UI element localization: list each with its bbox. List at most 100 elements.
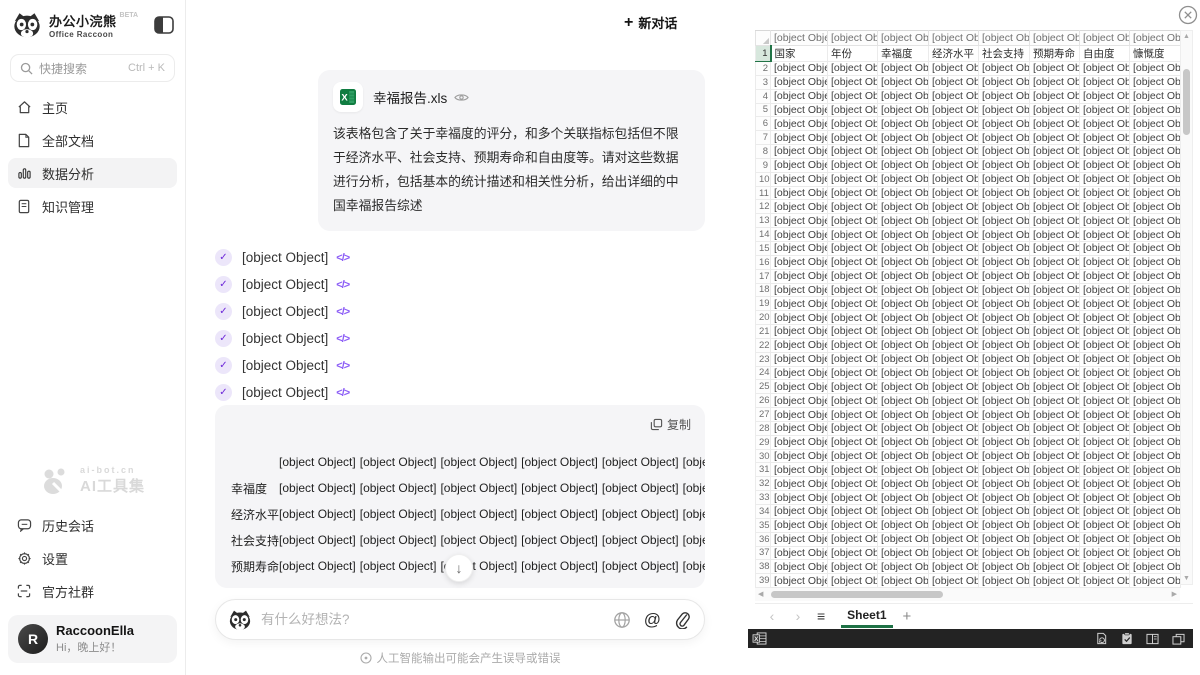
sheet-row[interactable]: 25 [object Object][object Object][object…	[756, 380, 1181, 394]
sheet-cell[interactable]: [object Object]	[771, 283, 828, 297]
row-number[interactable]: 3	[756, 75, 771, 89]
sheet-cell[interactable]: [object Object]	[771, 491, 828, 505]
column-letter[interactable]: [object Object]	[771, 31, 828, 46]
sheet-cell[interactable]: [object Object]	[929, 200, 979, 214]
sheet-cell[interactable]: [object Object]	[828, 380, 878, 394]
row-number[interactable]: 18	[756, 283, 771, 297]
sheet-cell[interactable]: [object Object]	[771, 366, 828, 380]
sheet-cell[interactable]: [object Object]	[1030, 463, 1080, 477]
sheet-row[interactable]: 34 [object Object][object Object][object…	[756, 505, 1181, 519]
sheet-cell[interactable]: [object Object]	[979, 255, 1030, 269]
row-number[interactable]: 10	[756, 172, 771, 186]
sheet-cell[interactable]: [object Object]	[828, 145, 878, 159]
row-number[interactable]: 36	[756, 532, 771, 546]
sheet-cell[interactable]: [object Object]	[1030, 380, 1080, 394]
sheet-row[interactable]: 28 [object Object][object Object][object…	[756, 421, 1181, 435]
sheet-row[interactable]: 12 [object Object][object Object][object…	[756, 200, 1181, 214]
sheet-cell[interactable]: [object Object]	[1080, 546, 1130, 560]
sheet-row[interactable]: 18 [object Object][object Object][object…	[756, 283, 1181, 297]
sheet-cell[interactable]: [object Object]	[1080, 117, 1130, 131]
sheet-cell[interactable]: [object Object]	[929, 421, 979, 435]
sheet-cell[interactable]: [object Object]	[1080, 145, 1130, 159]
sheet-cell[interactable]: [object Object]	[929, 103, 979, 117]
sheet-cell[interactable]: [object Object]	[1080, 131, 1130, 145]
row-number[interactable]: 14	[756, 228, 771, 242]
sheet-cell[interactable]: [object Object]	[878, 546, 929, 560]
sheet-row[interactable]: 24 [object Object][object Object][object…	[756, 366, 1181, 380]
row-number[interactable]: 7	[756, 131, 771, 145]
sheet-cell[interactable]: [object Object]	[828, 532, 878, 546]
sheet-row[interactable]: 38 [object Object][object Object][object…	[756, 560, 1181, 574]
sheet-cell[interactable]: [object Object]	[1130, 491, 1181, 505]
sheet-cell[interactable]: [object Object]	[771, 241, 828, 255]
sheet-cell[interactable]: [object Object]	[1030, 546, 1080, 560]
sheet-cell[interactable]: [object Object]	[1130, 449, 1181, 463]
sheet-cell[interactable]: [object Object]	[979, 241, 1030, 255]
sheet-cell[interactable]: [object Object]	[771, 394, 828, 408]
column-letter[interactable]: [object Object]	[979, 31, 1030, 46]
sheet-cell[interactable]: [object Object]	[1130, 62, 1181, 76]
sheet-cell[interactable]: [object Object]	[1030, 311, 1080, 325]
code-icon[interactable]: </>	[336, 360, 349, 372]
attachment-row[interactable]: X 幸福报告.xls	[333, 82, 690, 112]
sheet-cell[interactable]: [object Object]	[1130, 338, 1181, 352]
row-number[interactable]: 1	[756, 46, 771, 62]
sheet-cell[interactable]: [object Object]	[828, 158, 878, 172]
row-number[interactable]: 15	[756, 241, 771, 255]
sheet-cell[interactable]: [object Object]	[1080, 449, 1130, 463]
row-number[interactable]: 5	[756, 103, 771, 117]
sheet-row[interactable]: 14 [object Object][object Object][object…	[756, 228, 1181, 242]
sheet-cell[interactable]: [object Object]	[979, 421, 1030, 435]
sheet-cell[interactable]: [object Object]	[929, 311, 979, 325]
row-number[interactable]: 17	[756, 269, 771, 283]
sheet-cell[interactable]: [object Object]	[1130, 325, 1181, 339]
column-letter[interactable]: [object Object]	[878, 31, 929, 46]
sheet-cell[interactable]: [object Object]	[979, 546, 1030, 560]
row-number[interactable]: 35	[756, 518, 771, 532]
sheet-cell[interactable]: [object Object]	[929, 228, 979, 242]
sheet-cell[interactable]: [object Object]	[1030, 394, 1080, 408]
sheet-cell[interactable]: [object Object]	[878, 449, 929, 463]
sheet-cell[interactable]: [object Object]	[1130, 532, 1181, 546]
sheet-cell[interactable]: [object Object]	[929, 491, 979, 505]
sheet-cell[interactable]: [object Object]	[828, 214, 878, 228]
sheet-cell[interactable]: [object Object]	[1130, 186, 1181, 200]
sheet-cell[interactable]: [object Object]	[878, 297, 929, 311]
column-letter[interactable]: [object Object]	[1130, 31, 1181, 46]
sheet-cell[interactable]: [object Object]	[1030, 491, 1080, 505]
sheet-row[interactable]: 16 [object Object][object Object][object…	[756, 255, 1181, 269]
sheet-cell[interactable]: [object Object]	[1030, 560, 1080, 574]
sheet-cell[interactable]: [object Object]	[1030, 421, 1080, 435]
sheet-cell[interactable]: [object Object]	[828, 241, 878, 255]
sheet-cell[interactable]: [object Object]	[828, 338, 878, 352]
sheet-cell[interactable]: [object Object]	[979, 408, 1030, 422]
sheet-cell[interactable]: [object Object]	[1030, 228, 1080, 242]
sheet-cell[interactable]: [object Object]	[1130, 463, 1181, 477]
sheet-list-menu-icon[interactable]: ≡	[817, 608, 825, 624]
sheet-cell[interactable]: [object Object]	[1080, 338, 1130, 352]
sheet-cell[interactable]: [object Object]	[929, 62, 979, 76]
sheet-cell[interactable]: [object Object]	[828, 366, 878, 380]
sheet-cell[interactable]: [object Object]	[1130, 269, 1181, 283]
sheet-cell[interactable]: [object Object]	[1080, 518, 1130, 532]
sheet-cell[interactable]: [object Object]	[1130, 560, 1181, 574]
sheet-cell[interactable]: [object Object]	[929, 463, 979, 477]
sheet-cell[interactable]: [object Object]	[929, 505, 979, 519]
sheet-cell[interactable]: [object Object]	[929, 172, 979, 186]
sheet-cell[interactable]: [object Object]	[1030, 145, 1080, 159]
sheet-row[interactable]: 10 [object Object][object Object][object…	[756, 172, 1181, 186]
sheet-row[interactable]: 6 [object Object][object Object][object …	[756, 117, 1181, 131]
sheet-cell[interactable]: [object Object]	[979, 518, 1030, 532]
sheet-row[interactable]: 33 [object Object][object Object][object…	[756, 491, 1181, 505]
sheet-cell[interactable]: [object Object]	[878, 325, 929, 339]
sheet-cell[interactable]: [object Object]	[828, 103, 878, 117]
sheet-cell[interactable]: [object Object]	[1130, 505, 1181, 519]
row-number[interactable]: 16	[756, 255, 771, 269]
sheet-cell[interactable]: [object Object]	[1130, 380, 1181, 394]
row-number[interactable]: 37	[756, 546, 771, 560]
row-number[interactable]: 2	[756, 62, 771, 76]
horizontal-scroll-thumb[interactable]	[771, 591, 943, 598]
sheet-cell[interactable]: [object Object]	[878, 352, 929, 366]
sheet-cell[interactable]: [object Object]	[771, 546, 828, 560]
sheet-cell[interactable]: [object Object]	[771, 214, 828, 228]
